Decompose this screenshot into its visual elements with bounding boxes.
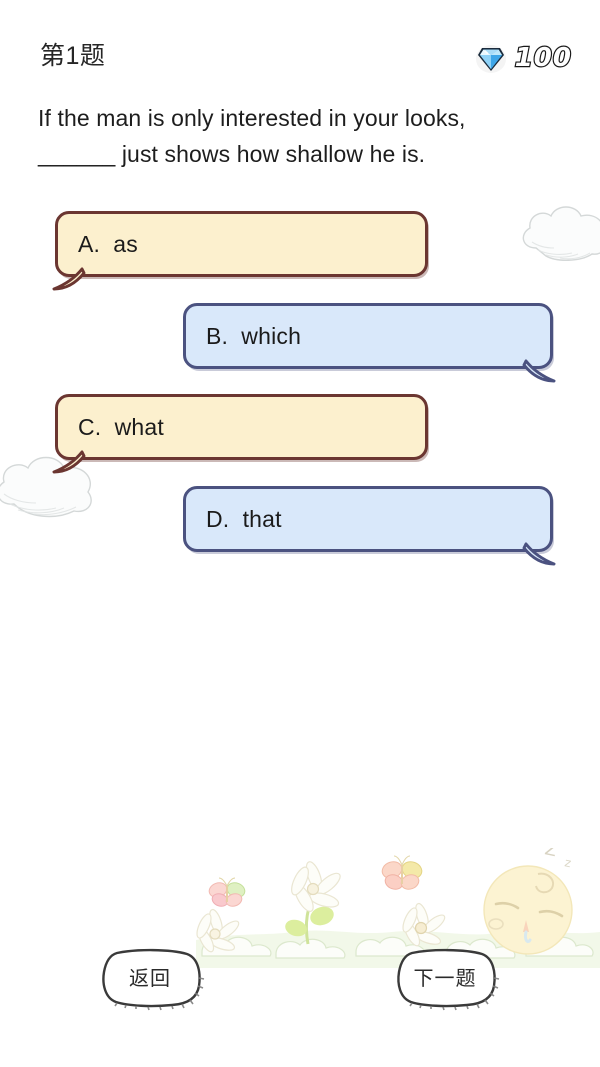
next-question-button-label: 下一题 [413, 968, 477, 990]
next-question-button[interactable]: 下一题 [395, 948, 500, 1011]
back-button-label: 返回 [129, 968, 171, 990]
back-button[interactable]: 返回 [100, 948, 205, 1011]
footer-navigation: 返回 下一题 [0, 0, 600, 1067]
